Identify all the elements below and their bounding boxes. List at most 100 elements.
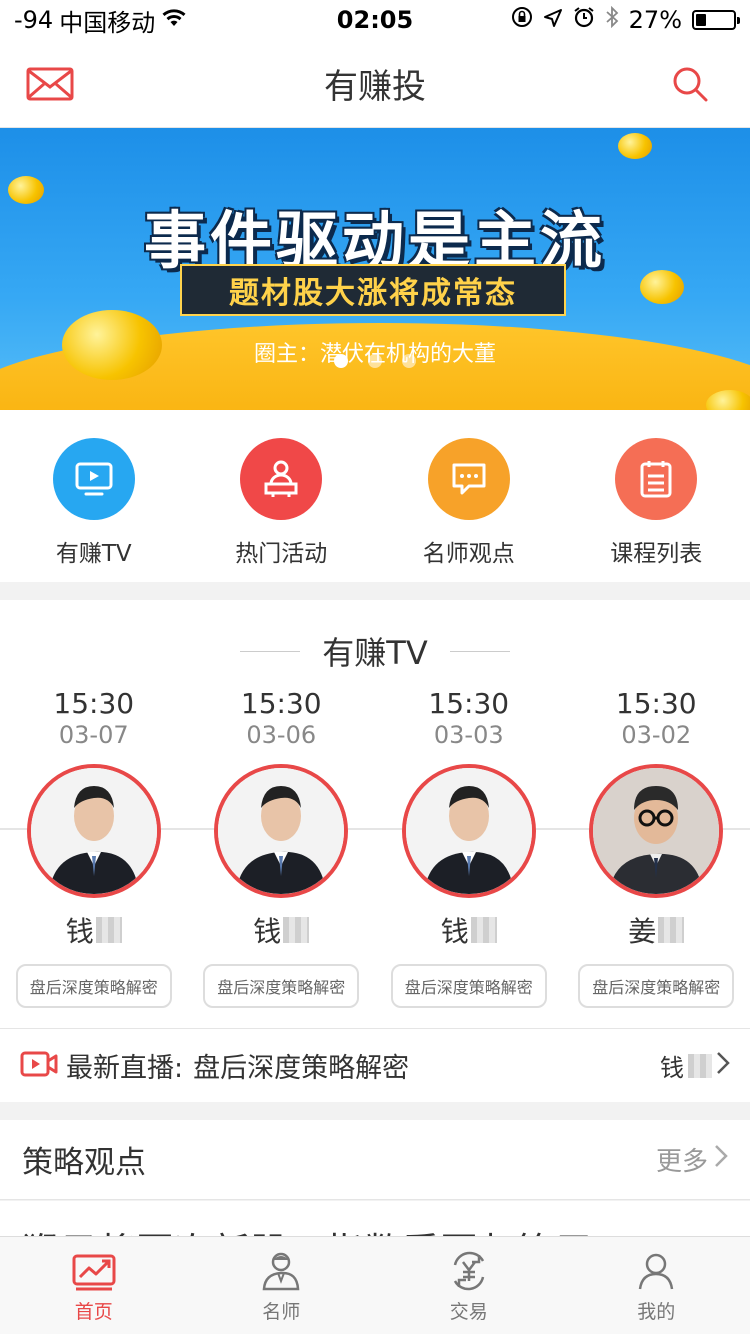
avatar[interactable] [214,764,349,898]
promo-banner[interactable]: 事件驱动是主流 题材股大涨将成常态 圈主：潜伏在机构的大董 [0,128,750,410]
chevron-right-icon [716,1051,730,1081]
avatar[interactable] [589,764,724,898]
divider [240,650,301,652]
tv-topic-tag[interactable]: 盘后深度策略解密 [578,964,735,1008]
strategy-article-item[interactable]: 猴子将回次新股，指数看回归策用 [0,1201,750,1241]
tv-topic-tag[interactable]: 盘后深度策略解密 [15,964,172,1008]
host-name-text: 钱 [65,915,94,948]
live-title: 盘后深度策略解密 [193,1053,410,1084]
tv-time: 15:30 [428,687,510,720]
list-icon [615,438,698,520]
tv-schedule: 15:30 03-07 钱 盘后深度策略解密 15:30 03-06 钱 盘后深… [0,688,750,1008]
profile-icon [636,1251,676,1295]
tab-teachers[interactable]: 名师 [188,1237,376,1334]
tab-label: 交易 [449,1301,488,1323]
tv-card[interactable]: 15:30 03-02 姜 盘后深度策略解密 [563,688,750,1008]
tv-date: 03-03 [433,721,504,749]
carousel-dot[interactable] [368,354,382,368]
banner-subheadline: 题材股大涨将成常态 [180,264,566,316]
tv-date: 03-02 [621,721,692,749]
avatar[interactable] [26,764,161,898]
tv-card[interactable]: 15:30 03-07 钱 盘后深度策略解密 [0,688,188,1008]
alarm-icon [573,6,595,34]
carousel-dot[interactable] [334,354,348,368]
quick-menu-label: 名师观点 [422,541,515,567]
tv-date: 03-06 [246,721,317,749]
location-icon [543,6,563,34]
teacher-icon [261,1251,301,1295]
tv-topic-tag[interactable]: 盘后深度策略解密 [390,964,547,1008]
battery-level [696,14,706,26]
quick-menu-label: 热门活动 [235,541,328,567]
coin-decoration [618,133,652,159]
section-title: 策略观点 [22,1145,146,1181]
live-host: 钱 [660,1048,730,1083]
mail-icon[interactable] [26,62,74,106]
bluetooth-icon [605,5,619,34]
trade-yen-icon [449,1251,489,1295]
blurred-text [688,1053,712,1078]
quick-menu-views[interactable]: 名师观点 [375,410,563,582]
tv-card[interactable]: 15:30 03-03 钱 盘后深度策略解密 [375,688,563,1008]
rotation-lock-icon [511,6,533,34]
carrier-name: 中国移动 [59,8,156,37]
carousel-dots [0,354,750,368]
carousel-dot[interactable] [402,354,416,368]
live-host-name: 钱 [660,1054,684,1082]
event-icon [240,438,323,520]
tv-host-name: 钱 [66,910,122,950]
quick-menu: 有赚TV 热门活动 名师观点 课程列表 [0,410,750,582]
blurred-text [470,917,497,943]
tab-label: 我的 [637,1301,676,1323]
tab-label: 名师 [262,1301,301,1323]
home-chart-icon [71,1251,117,1295]
quick-menu-events[interactable]: 热门活动 [188,410,376,582]
quick-menu-courses[interactable]: 课程列表 [563,410,750,582]
quick-menu-label: 有赚TV [55,541,132,567]
tab-bar: 首页 名师 交易 我的 [0,1236,750,1334]
latest-live-row[interactable]: 最新直播: 盘后深度策略解密 钱 [0,1028,750,1102]
more-link[interactable]: 更多 [656,1141,728,1178]
tv-host-name: 钱 [253,910,310,950]
video-camera-icon [20,1050,58,1082]
tv-time: 15:30 [53,687,135,720]
battery-percent: 27% [628,6,682,34]
tab-trade[interactable]: 交易 [375,1237,563,1334]
chevron-right-icon [714,1144,728,1175]
wifi-icon [161,6,187,34]
quick-menu-tv[interactable]: 有赚TV [0,410,188,582]
chat-icon [427,438,510,520]
tab-home[interactable]: 首页 [0,1237,188,1334]
tab-label: 首页 [74,1301,113,1323]
blurred-text [95,917,122,943]
page-title: 有赚投 [324,67,426,107]
tab-profile[interactable]: 我的 [563,1237,750,1334]
blurred-text [658,917,685,943]
host-name-text: 姜 [628,915,657,948]
tv-time: 15:30 [240,687,322,720]
blurred-text [283,917,310,943]
tv-card[interactable]: 15:30 03-06 钱 盘后深度策略解密 [188,688,376,1008]
strategy-section-header: 策略观点 更多 [0,1120,750,1200]
tv-topic-tag[interactable]: 盘后深度策略解密 [203,964,360,1008]
more-label: 更多 [655,1147,708,1177]
battery-icon [692,10,740,30]
navigation-bar: 有赚投 [0,40,750,128]
host-name-text: 钱 [253,915,282,948]
tv-icon [52,438,135,520]
quick-menu-label: 课程列表 [610,541,703,567]
tv-host-name: 姜 [628,910,685,950]
divider [449,650,510,652]
status-bar: -94 中国移动 02:05 27% [0,0,750,40]
tv-time: 15:30 [615,687,697,720]
live-label: 最新直播: [66,1053,184,1084]
signal-strength: -94 [14,6,54,34]
tv-section: 有赚TV 15:30 03-07 钱 盘后深度策略解密 15:30 03-06 … [0,600,750,1028]
section-header: 有赚TV [0,628,750,674]
tv-date: 03-07 [58,721,129,749]
section-title: 有赚TV [322,634,428,672]
search-icon[interactable] [666,62,714,106]
tv-host-name: 钱 [441,910,497,950]
avatar[interactable] [401,764,536,898]
host-name-text: 钱 [440,915,469,948]
